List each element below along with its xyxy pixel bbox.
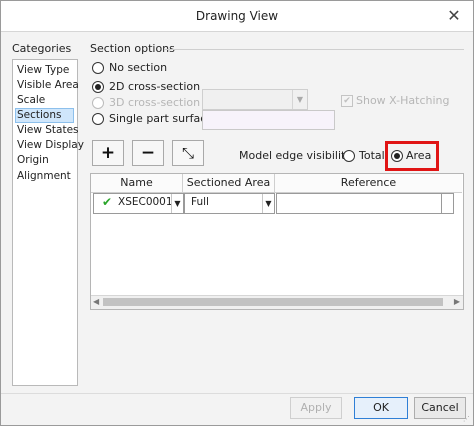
chevron-down-icon[interactable]: ▼	[171, 194, 183, 213]
total-label: Total	[359, 149, 385, 162]
categories-label: Categories	[12, 42, 72, 55]
scroll-right-icon[interactable]: ▶	[454, 297, 460, 306]
cross-section-3d-radio[interactable]	[92, 97, 104, 109]
show-x-hatching-label: Show X-Hatching	[356, 94, 450, 107]
cross-section-2d-radio[interactable]	[92, 81, 104, 93]
resize-grip-icon[interactable]: ⋰	[463, 415, 471, 423]
column-header-reference[interactable]: Reference	[275, 174, 462, 193]
horizontal-scrollbar[interactable]: ◀ ▶	[91, 295, 463, 309]
flip-section-button[interactable]: ⤡	[172, 140, 204, 166]
category-visible-area[interactable]: Visible Area	[17, 79, 79, 92]
model-edge-visibility-label: Model edge visibility	[239, 149, 352, 162]
sections-table: Name Sectioned Area Reference ✔ XSEC0001…	[90, 173, 464, 310]
table-row[interactable]: ✔ XSEC0001 ▼ Full ▼	[91, 193, 463, 214]
category-view-states[interactable]: View States	[17, 124, 79, 137]
total-radio[interactable]	[343, 150, 355, 162]
single-part-surface-label: Single part surface	[109, 112, 214, 125]
ok-button[interactable]: OK	[354, 397, 408, 419]
category-view-display[interactable]: View Display	[17, 139, 84, 152]
minus-icon: −	[140, 143, 156, 163]
cross-section-2d-label: 2D cross-section	[109, 80, 201, 93]
category-view-type[interactable]: View Type	[17, 64, 69, 77]
flip-arrows-icon: ⤡	[181, 144, 194, 162]
scrollbar-thumb[interactable]	[103, 298, 443, 306]
category-origin[interactable]: Origin	[17, 154, 49, 167]
drawing-view-dialog: Drawing View ✕ Categories View Type Visi…	[0, 0, 474, 426]
single-part-surface-field[interactable]	[202, 110, 335, 130]
cross-section-3d-dropdown[interactable]: ▼	[202, 89, 308, 110]
remove-section-button[interactable]: −	[132, 140, 164, 166]
chevron-down-icon: ▼	[292, 90, 307, 109]
column-header-name[interactable]: Name	[91, 174, 183, 193]
no-section-label: No section	[109, 61, 168, 74]
categories-list: View Type Visible Area Scale Sections Vi…	[12, 59, 84, 386]
close-icon[interactable]: ✕	[443, 6, 465, 26]
cross-section-3d-label: 3D cross-section	[109, 96, 201, 109]
reference-dropdown[interactable]	[441, 193, 454, 214]
single-part-surface-radio[interactable]	[92, 113, 104, 125]
category-scale[interactable]: Scale	[17, 94, 45, 107]
category-sections[interactable]: Sections	[15, 108, 74, 123]
name-cell[interactable]: ✔ XSEC0001 ▼	[93, 193, 184, 214]
chevron-down-icon[interactable]: ▼	[262, 194, 274, 213]
plus-icon: +	[100, 143, 116, 163]
cancel-button[interactable]: Cancel	[414, 397, 466, 419]
check-icon: ✔	[102, 195, 113, 209]
column-header-sectioned-area[interactable]: Sectioned Area	[183, 174, 275, 193]
sectioned-area-value: Full	[191, 196, 209, 208]
reference-cell[interactable]	[276, 193, 442, 214]
no-section-radio[interactable]	[92, 62, 104, 74]
section-options-divider	[164, 49, 464, 50]
scroll-left-icon[interactable]: ◀	[93, 297, 99, 306]
dialog-title: Drawing View	[195, 9, 279, 23]
title-bar: Drawing View ✕	[1, 1, 473, 32]
section-options-title: Section options	[90, 42, 175, 55]
section-name: XSEC0001	[118, 196, 173, 208]
show-x-hatching-checkbox[interactable]: ✔	[341, 95, 353, 107]
add-section-button[interactable]: +	[92, 140, 124, 166]
apply-button[interactable]: Apply	[290, 397, 342, 419]
sectioned-area-cell[interactable]: Full ▼	[184, 193, 275, 214]
highlight-box	[385, 141, 439, 171]
category-alignment[interactable]: Alignment	[17, 170, 71, 183]
footer-divider	[1, 393, 473, 394]
